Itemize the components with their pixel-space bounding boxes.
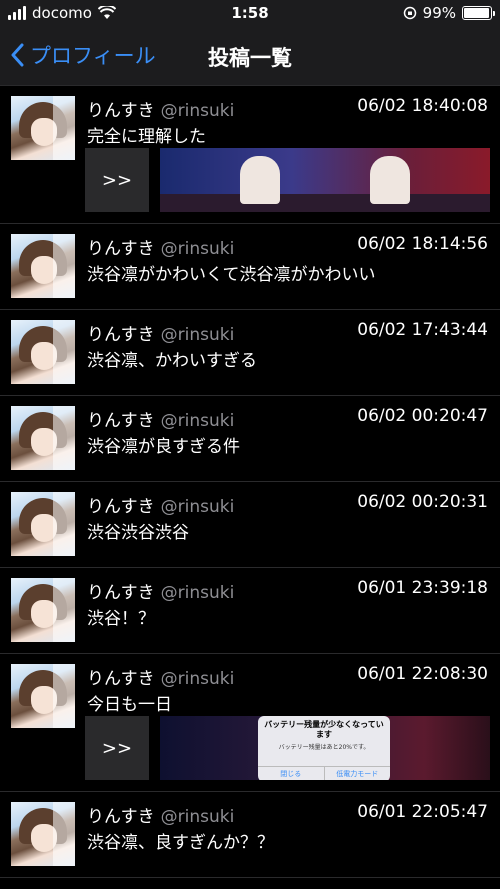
user-handle: @rinsuki [160,411,235,431]
user-handle: @rinsuki [160,807,235,827]
post-timestamp: 06/02 00:20:47 [357,406,488,426]
user-handle: @rinsuki [160,583,235,603]
post-author: りんすき @rinsuki [87,664,234,689]
alert-message: バッテリー残量はあと20%です。 [278,744,370,751]
status-right: 99% [403,4,495,22]
post-timestamp: 06/02 18:14:56 [357,234,488,254]
post-item[interactable]: りんすき @rinsuki 06/02 18:40:08 完全に理解した >> [0,86,500,224]
user-handle: @rinsuki [160,239,235,259]
post-text: 渋谷凛、良すぎんか？？ [87,833,274,853]
post-timestamp: 06/01 22:05:47 [357,802,488,822]
post-author: りんすき @rinsuki [87,802,234,827]
post-timestamp: 06/02 17:43:44 [357,320,488,340]
alert-title: バッテリー残量が少なくなっています [264,720,384,739]
post-item[interactable]: りんすき @rinsuki 06/01 23:39:18 渋谷！？ [0,568,500,654]
page-title: 投稿一覧 [208,46,292,70]
display-name: りんすき [87,807,155,827]
user-handle: @rinsuki [160,101,235,121]
media-thumbnail[interactable] [160,148,490,212]
post-text: 渋谷！？ [87,609,155,629]
post-text: 完全に理解した [87,127,206,147]
media-thumbnail[interactable]: バッテリー残量が少なくなっています バッテリー残量はあと20%です。 閉じる 低… [160,716,490,780]
avatar[interactable] [11,234,75,298]
post-text: 渋谷凛が良すぎる件 [87,437,240,457]
avatar[interactable] [11,802,75,866]
avatar[interactable] [11,664,75,728]
low-battery-alert: バッテリー残量が少なくなっています バッテリー残量はあと20%です。 閉じる 低… [258,716,390,780]
avatar[interactable] [11,578,75,642]
post-item[interactable]: りんすき @rinsuki 06/02 00:20:47 渋谷凛が良すぎる件 [0,396,500,482]
post-text: 渋谷凛、かわいすぎる [87,351,257,371]
post-text: 渋谷渋谷渋谷 [87,523,189,543]
user-handle: @rinsuki [160,497,235,517]
display-name: りんすき [87,239,155,259]
post-author: りんすき @rinsuki [87,96,234,121]
battery-icon [462,6,495,20]
more-media-button[interactable]: >> [85,716,149,780]
display-name: りんすき [87,101,155,121]
display-name: りんすき [87,669,155,689]
battery-percent: 99% [422,4,456,22]
display-name: りんすき [87,325,155,345]
alert-low-power-button: 低電力モード [323,767,391,780]
status-bar: docomo 1:58 99% [0,0,500,28]
post-author: りんすき @rinsuki [87,578,234,603]
display-name: りんすき [87,411,155,431]
post-text: 渋谷凛がかわいくて渋谷凛がかわいい [87,265,376,285]
post-item[interactable]: りんすき @rinsuki 06/01 22:08:30 今日も一日 >> バッテ… [0,654,500,792]
post-author: りんすき @rinsuki [87,406,234,431]
post-author: りんすき @rinsuki [87,234,234,259]
avatar[interactable] [11,320,75,384]
more-media-button[interactable]: >> [85,148,149,212]
avatar[interactable] [11,492,75,556]
alert-buttons: 閉じる 低電力モード [258,766,390,780]
orientation-lock-icon [403,6,416,20]
avatar[interactable] [11,96,75,160]
post-timestamp: 06/01 22:08:30 [357,664,488,684]
post-timestamp: 06/01 23:39:18 [357,578,488,598]
post-timestamp: 06/02 18:40:08 [357,96,488,116]
display-name: りんすき [87,583,155,603]
display-name: りんすき [87,497,155,517]
post-timestamp: 06/02 00:20:31 [357,492,488,512]
post-item[interactable]: りんすき @rinsuki 06/02 00:20:31 渋谷渋谷渋谷 [0,482,500,568]
post-item[interactable]: りんすき @rinsuki 06/01 22:05:47 渋谷凛、良すぎんか？？ [0,792,500,878]
alert-close-button: 閉じる [280,770,302,778]
post-item[interactable]: りんすき @rinsuki 06/02 18:14:56 渋谷凛がかわいくて渋谷凛… [0,224,500,310]
post-author: りんすき @rinsuki [87,320,234,345]
post-author: りんすき @rinsuki [87,492,234,517]
avatar[interactable] [11,406,75,470]
user-handle: @rinsuki [160,669,235,689]
post-list: りんすき @rinsuki 06/02 18:40:08 完全に理解した >> り… [0,86,500,878]
navigation-bar: プロフィール 投稿一覧 [0,28,500,86]
post-text: 今日も一日 [87,695,172,715]
post-item[interactable]: りんすき @rinsuki 06/02 17:43:44 渋谷凛、かわいすぎる [0,310,500,396]
user-handle: @rinsuki [160,325,235,345]
